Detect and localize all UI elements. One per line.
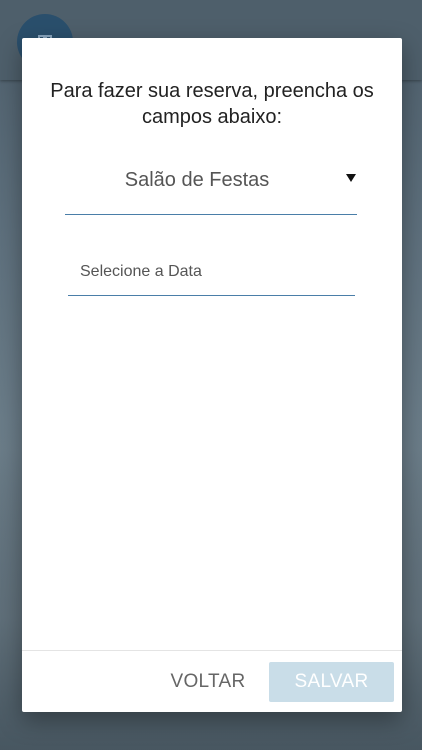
dialog-title: Para fazer sua reserva, preencha os camp…: [50, 80, 374, 128]
reservation-dialog: Para fazer sua reserva, preencha os camp…: [22, 38, 402, 712]
dialog-divider: [22, 650, 402, 651]
date-input-field[interactable]: Selecione a Data: [68, 259, 355, 296]
triangle-down-icon: [346, 174, 356, 182]
area-select-value: Salão de Festas: [124, 169, 270, 191]
date-placeholder: Selecione a Data: [80, 263, 202, 280]
back-button[interactable]: VOLTAR: [162, 662, 254, 702]
area-select-dropdown[interactable]: Salão de Festas: [65, 164, 357, 215]
save-button[interactable]: SALVAR: [269, 662, 394, 702]
